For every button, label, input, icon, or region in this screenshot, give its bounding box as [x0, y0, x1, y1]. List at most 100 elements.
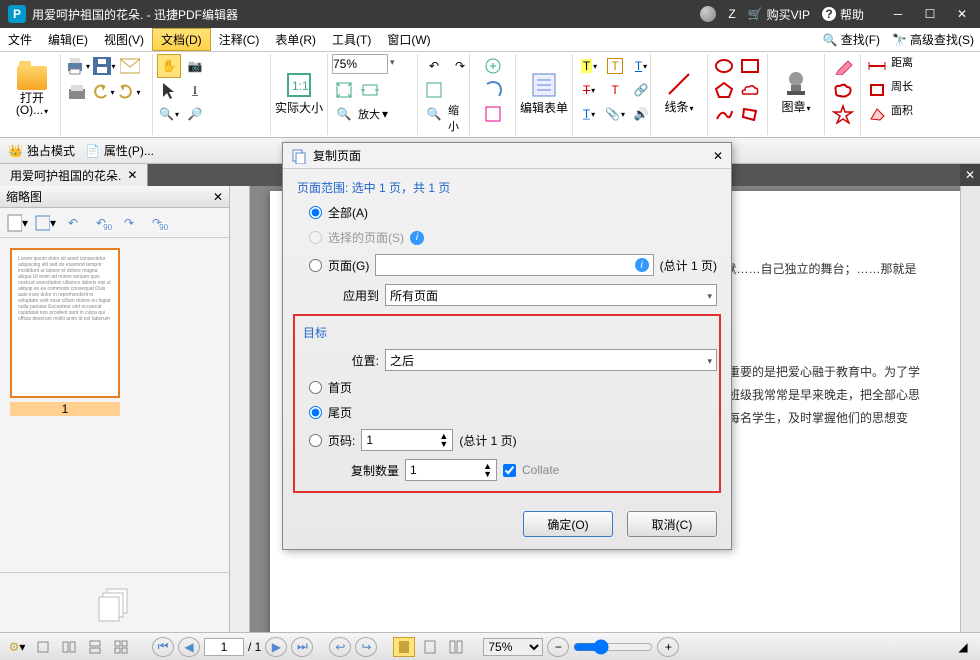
- first-page-button[interactable]: ⏮: [152, 637, 174, 657]
- area-tool[interactable]: [865, 102, 889, 126]
- sidebar-close-icon[interactable]: ✕: [213, 190, 223, 204]
- info-icon[interactable]: i: [635, 258, 649, 272]
- type-tool[interactable]: T̲▾: [577, 102, 601, 126]
- page-number-input[interactable]: [204, 638, 244, 656]
- apply-to-select[interactable]: 所有页面: [385, 284, 717, 306]
- stamp-button[interactable]: 图章▾: [772, 54, 820, 130]
- position-select[interactable]: 之后: [385, 349, 717, 371]
- copies-spinner[interactable]: 1 ▲▼: [405, 459, 497, 481]
- polygon-tool[interactable]: [712, 78, 736, 102]
- user-initial[interactable]: Z: [728, 7, 735, 21]
- scan-button[interactable]: [65, 80, 89, 104]
- distance-tool[interactable]: [865, 54, 889, 78]
- star-tool[interactable]: [829, 102, 856, 126]
- thumb-rotate-cw-badge[interactable]: ↷90: [146, 212, 168, 234]
- sb-corner[interactable]: ◢: [952, 637, 974, 657]
- line-button[interactable]: 线条▾: [655, 54, 703, 130]
- nav-fwd-button[interactable]: ↪: [355, 637, 377, 657]
- info-icon[interactable]: i: [410, 231, 424, 245]
- dialog-close-icon[interactable]: ✕: [713, 149, 723, 163]
- options-button[interactable]: ⚙▾: [6, 637, 28, 657]
- underline-tool[interactable]: T▾: [629, 54, 653, 78]
- tabs-close-all[interactable]: ✕: [960, 164, 980, 186]
- fit-width-button[interactable]: [358, 78, 382, 102]
- tool-c[interactable]: [474, 102, 511, 126]
- cancel-button[interactable]: 取消(C): [627, 511, 717, 537]
- radio-last-label[interactable]: 尾页: [328, 404, 352, 421]
- menu-view[interactable]: 视图(V): [96, 28, 152, 51]
- nav-back-button[interactable]: ↩: [329, 637, 351, 657]
- save-button[interactable]: ▾: [92, 54, 116, 78]
- view-mode-b[interactable]: [419, 637, 441, 657]
- page-thumbnail[interactable]: Lorem ipsum dolor sit amet consectetur a…: [10, 248, 120, 416]
- ok-button[interactable]: 确定(O): [523, 511, 613, 537]
- edit-form-button[interactable]: 编辑表单: [520, 54, 568, 130]
- thumb-tool-options[interactable]: ▾: [34, 212, 56, 234]
- loupe-tool[interactable]: 🔎: [183, 102, 207, 126]
- zoom-in-button[interactable]: 🔍: [332, 102, 356, 126]
- blob-tool[interactable]: [829, 78, 856, 102]
- zoom-combo[interactable]: 75%: [483, 638, 543, 656]
- ellipse-tool[interactable]: [712, 54, 736, 78]
- actual-size-button[interactable]: 1:1 实际大小: [275, 54, 323, 130]
- radio-first-label[interactable]: 首页: [328, 379, 352, 396]
- radio-all-label[interactable]: 全部(A): [328, 204, 368, 221]
- zoom-dropdown[interactable]: [390, 54, 395, 74]
- strike-tool[interactable]: T▾: [577, 78, 601, 102]
- perimeter-tool[interactable]: [865, 78, 889, 102]
- select-tool[interactable]: [157, 78, 181, 102]
- thumb-tool-new[interactable]: ▾: [6, 212, 28, 234]
- advanced-find-button[interactable]: 🔭 高级查找(S): [886, 31, 980, 48]
- tool-b[interactable]: [474, 78, 511, 102]
- pencil-tool[interactable]: [712, 102, 736, 126]
- highlight-tool[interactable]: T▾: [577, 54, 601, 78]
- zoom-tool[interactable]: 🔍▾: [157, 102, 181, 126]
- sound-tool[interactable]: 🔊: [629, 102, 653, 126]
- thumb-rotate-ccw[interactable]: ↶: [62, 212, 84, 234]
- sb-layout-b[interactable]: [58, 637, 80, 657]
- radio-first-page[interactable]: [309, 381, 322, 394]
- page-number-spinner[interactable]: 1 ▲▼: [361, 429, 453, 451]
- last-page-button[interactable]: ⏭: [291, 637, 313, 657]
- radio-all[interactable]: [309, 206, 322, 219]
- globe-icon[interactable]: [700, 6, 716, 22]
- tab-close-icon[interactable]: ✕: [127, 168, 137, 182]
- prev-page-button[interactable]: ◀: [178, 637, 200, 657]
- menu-file[interactable]: 文件: [0, 28, 40, 51]
- cloud-tool[interactable]: [738, 78, 762, 102]
- link-tool[interactable]: 🔗: [629, 78, 653, 102]
- buy-vip-button[interactable]: 🛒 购买VIP: [748, 6, 810, 23]
- menu-form[interactable]: 表单(R): [267, 28, 324, 51]
- menu-window[interactable]: 窗口(W): [379, 28, 438, 51]
- exclusive-mode-button[interactable]: 👑 独占模式: [8, 142, 75, 159]
- document-tab[interactable]: 用爱呵护祖国的花朵. ✕: [0, 164, 148, 186]
- pages-input[interactable]: i: [375, 254, 653, 276]
- snapshot-tool[interactable]: 📷: [183, 54, 207, 78]
- hand-tool[interactable]: ✋: [157, 54, 181, 78]
- rect-tool[interactable]: [738, 54, 762, 78]
- next-page-button[interactable]: ▶: [265, 637, 287, 657]
- print-button[interactable]: ▾: [65, 54, 90, 78]
- rotate-cw-button[interactable]: ↷: [448, 54, 472, 78]
- thumb-rotate-cw[interactable]: ↷: [118, 212, 140, 234]
- menu-document[interactable]: 文档(D): [152, 28, 211, 51]
- collate-label[interactable]: Collate: [522, 463, 559, 477]
- help-button[interactable]: ? 帮助: [822, 6, 864, 23]
- find-button[interactable]: 🔍 查找(F): [817, 31, 886, 48]
- free-poly-tool[interactable]: [738, 102, 762, 126]
- sb-layout-d[interactable]: [110, 637, 132, 657]
- menu-comment[interactable]: 注释(C): [211, 28, 268, 51]
- zoom-slider[interactable]: [573, 639, 653, 655]
- radio-pageno-label[interactable]: 页码:: [328, 432, 355, 449]
- close-button[interactable]: ✕: [952, 7, 972, 21]
- view-mode-a[interactable]: [393, 637, 415, 657]
- eraser-tool[interactable]: [829, 54, 856, 78]
- view-mode-c[interactable]: [445, 637, 467, 657]
- properties-button[interactable]: 📄 属性(P)...: [85, 142, 154, 159]
- t-box-tool[interactable]: T: [603, 54, 627, 78]
- minimize-button[interactable]: ─: [888, 7, 908, 21]
- collate-checkbox[interactable]: [503, 464, 516, 477]
- fit-visible-button[interactable]: [422, 78, 446, 102]
- radio-last-page[interactable]: [309, 406, 322, 419]
- radio-pages-label[interactable]: 页面(G): [328, 257, 369, 274]
